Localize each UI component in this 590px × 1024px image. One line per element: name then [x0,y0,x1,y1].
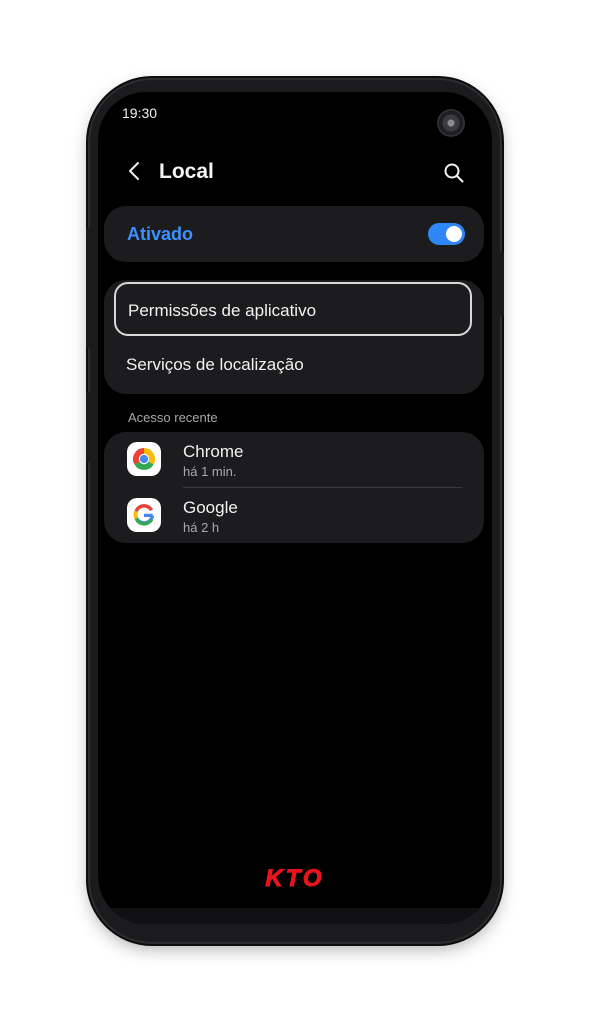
recent-access-heading: Acesso recente [128,410,218,425]
app-access-time: há 1 min. [183,464,237,479]
menu-item-label: Permissões de aplicativo [128,301,317,320]
phone-screen: 19:30 Local Ativado Permissões de aplica… [98,92,492,924]
switch-knob [446,226,462,242]
app-name: Google [183,498,238,517]
list-item-google[interactable]: Google há 2 h [104,488,484,543]
recent-apps-list: Chrome há 1 min. Google há 2 h [104,432,484,543]
location-toggle-card[interactable]: Ativado [104,206,484,262]
back-button[interactable] [124,160,146,182]
list-item-chrome[interactable]: Chrome há 1 min. [104,432,484,487]
side-key [86,392,90,462]
kto-logo: KTO [250,864,340,897]
location-menu: Permissões de aplicativo Serviços de loc… [104,280,484,394]
page-title: Local [159,160,214,183]
location-toggle-label: Ativado [127,224,194,244]
search-icon [444,163,464,183]
search-button[interactable] [443,162,465,184]
google-icon [127,498,161,532]
volume-button [86,228,90,348]
app-name: Chrome [183,442,244,461]
power-button [500,252,504,316]
menu-item-label: Serviços de localização [126,355,304,374]
app-access-time: há 2 h [183,520,220,535]
menu-item-app-permissions[interactable]: Permissões de aplicativo [114,282,472,336]
front-camera [439,111,463,135]
status-time: 19:30 [122,105,158,121]
svg-text:KTO: KTO [265,865,324,892]
menu-item-location-services[interactable]: Serviços de localização [114,338,472,392]
chrome-icon [127,442,161,476]
location-switch[interactable] [428,223,465,245]
screen-bottom-edge [98,908,492,924]
chevron-left-icon [129,162,139,180]
